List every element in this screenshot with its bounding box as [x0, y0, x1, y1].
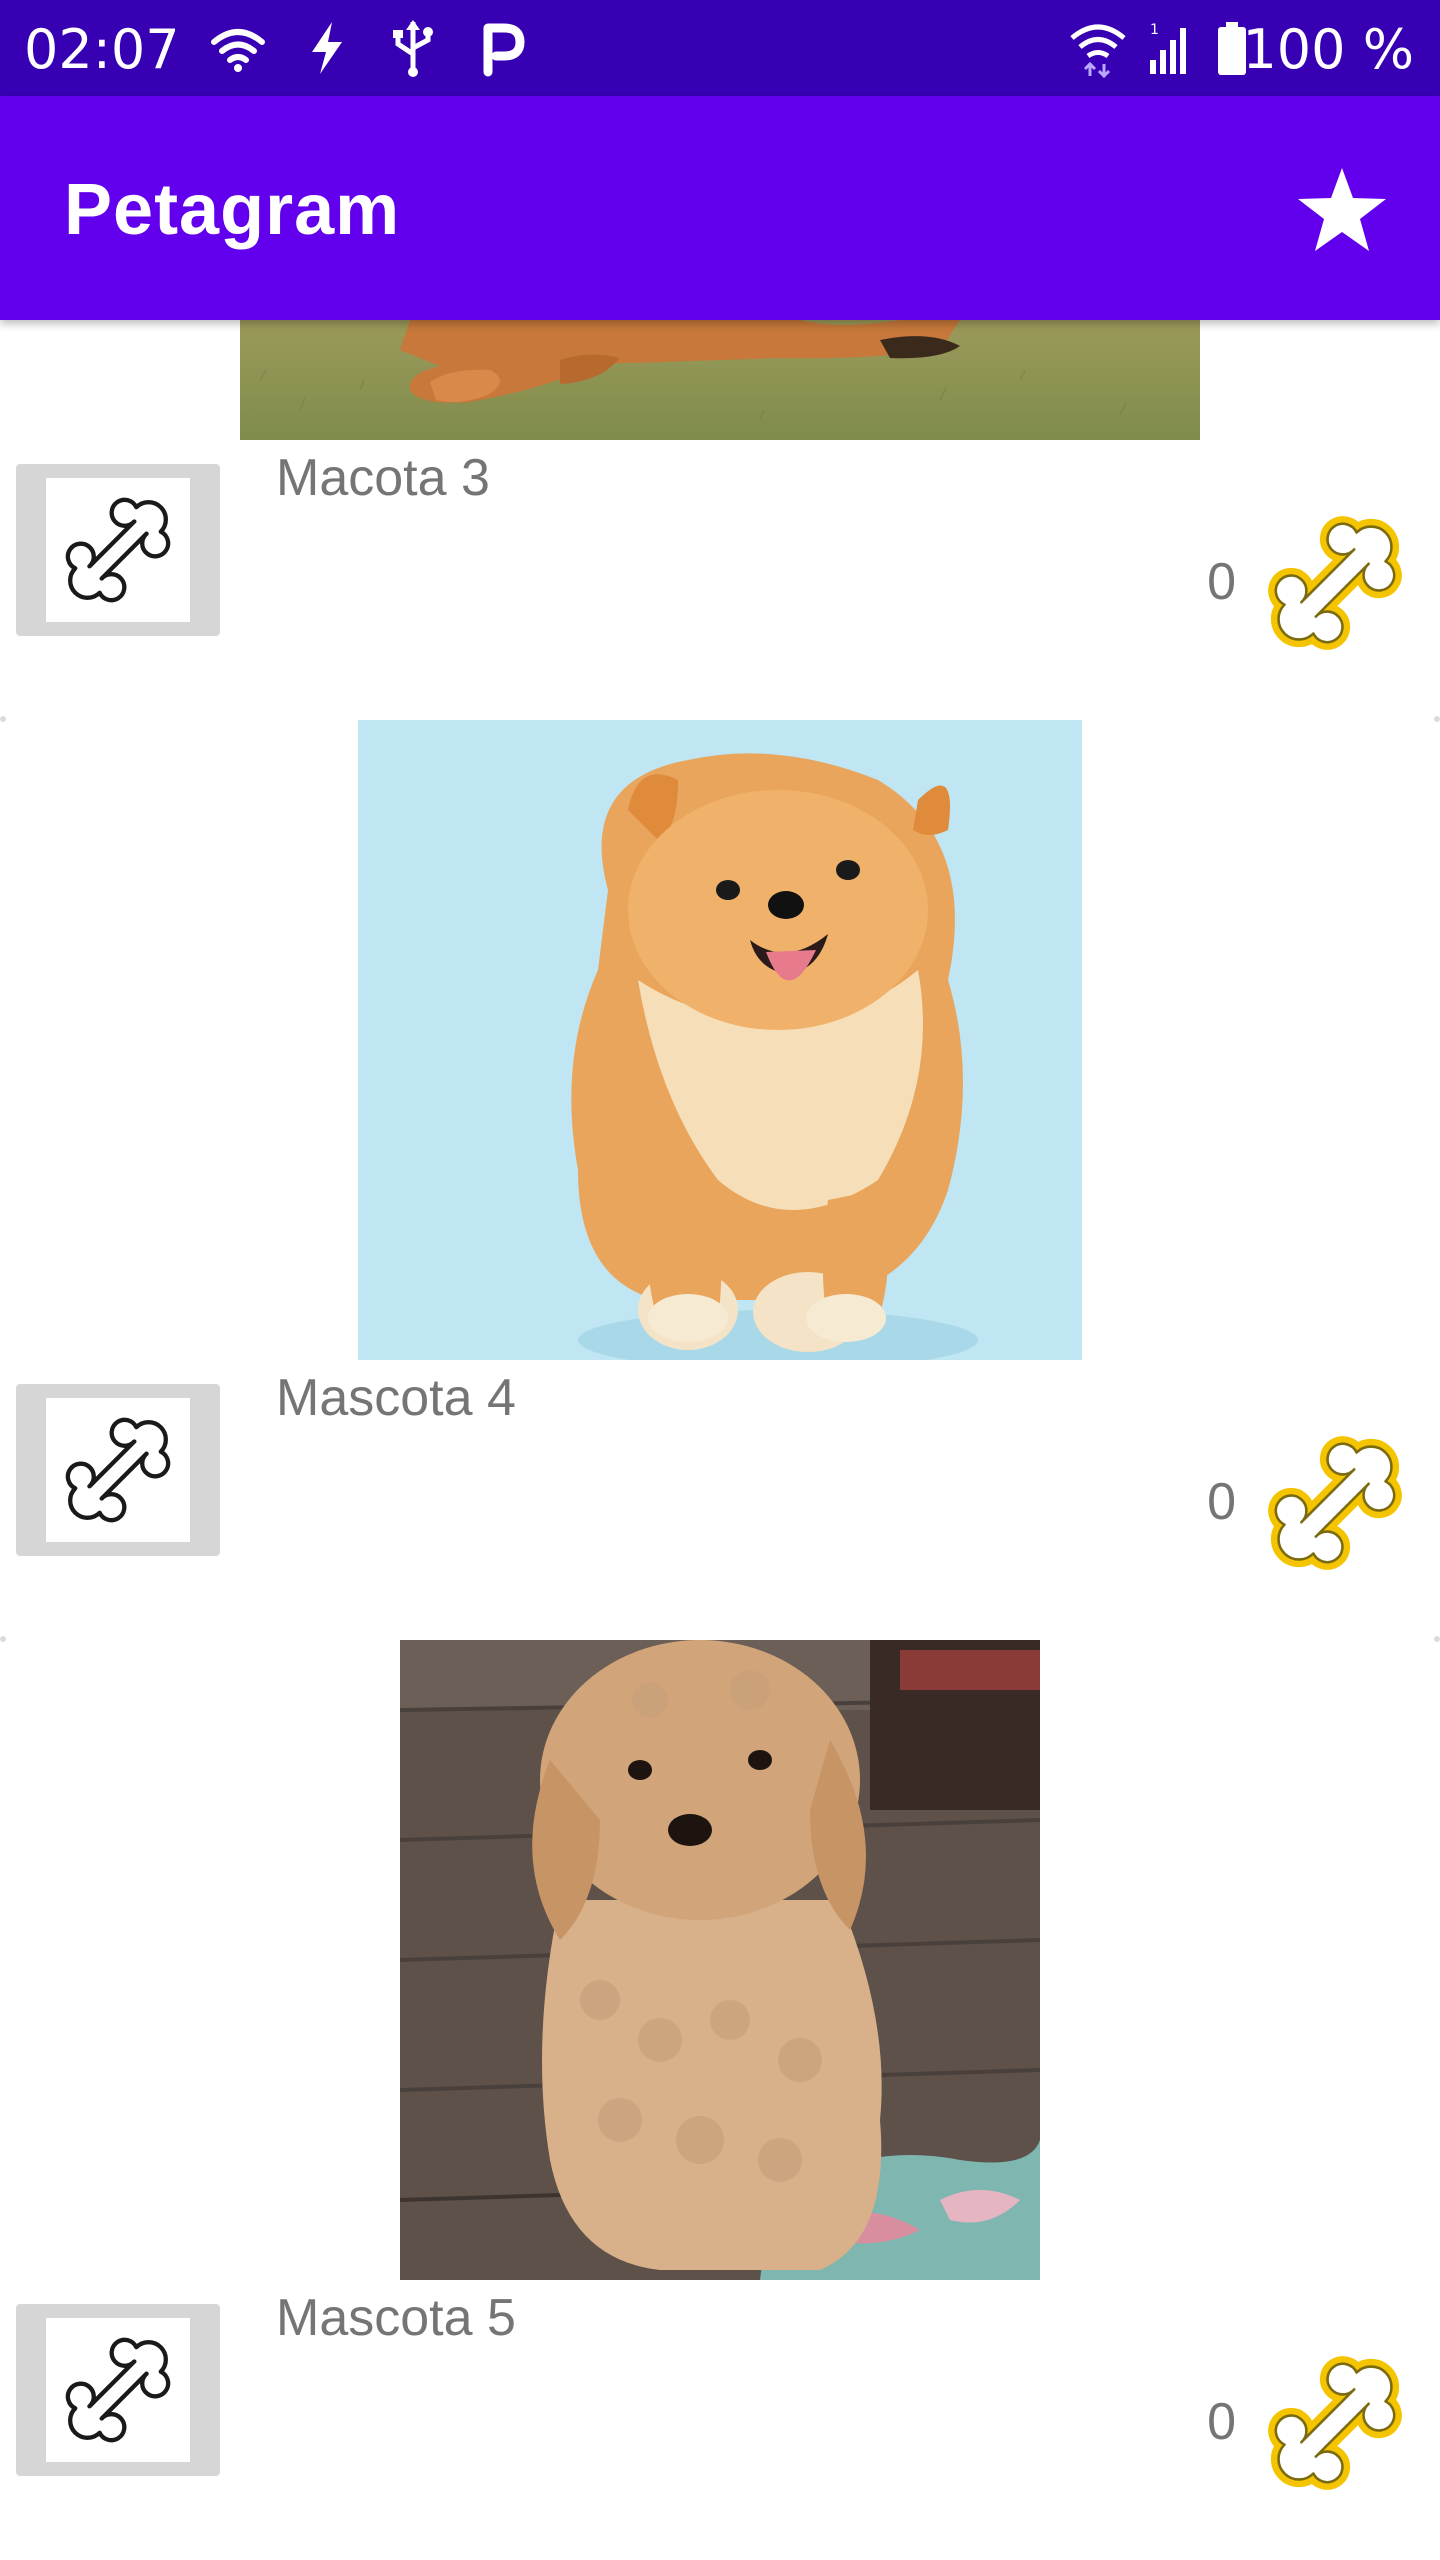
bone-like-icon[interactable]: [1250, 498, 1420, 668]
app-title: Petagram: [64, 170, 401, 250]
bone-thumbnail: [16, 1384, 220, 1556]
wifi-data-icon: [1070, 24, 1126, 78]
status-bar: 02:07 1 100 %: [0, 0, 1440, 96]
bone-thumbnail: [16, 2304, 220, 2476]
like-count: 0: [1207, 553, 1236, 611]
bone-outline-icon: [65, 497, 171, 603]
pet-photo[interactable]: [400, 1640, 1040, 2280]
pet-card-footer: Mascota 4 0: [0, 1360, 1440, 1570]
signal-icon: 1: [1150, 22, 1186, 74]
pet-card-footer: Mascota 5 0: [0, 2280, 1440, 2490]
like-count: 0: [1207, 2393, 1236, 2451]
pet-name: Macota 3: [276, 449, 490, 507]
like-count: 0: [1207, 1473, 1236, 1531]
parking-app-icon: [483, 23, 525, 77]
pet-card: Macota 3 0: [0, 320, 1440, 712]
usb-icon: [393, 20, 433, 77]
bone-like-icon[interactable]: [1250, 2338, 1420, 2508]
bone-outline-icon: [65, 1417, 171, 1523]
star-icon[interactable]: [1294, 162, 1390, 258]
pet-card: [0, 720, 1440, 1360]
app-bar: Petagram: [0, 96, 1440, 320]
status-time: 02:07: [24, 18, 180, 81]
bone-outline-icon: [65, 2337, 171, 2443]
wifi-icon: [211, 29, 265, 72]
pet-card: [0, 1640, 1440, 2280]
pet-name: Mascota 4: [276, 1369, 516, 1427]
bone-like-icon[interactable]: [1250, 1418, 1420, 1588]
pet-list[interactable]: Macota 3 0 Mascota 4 0 Mascota 5 0: [0, 320, 1440, 2560]
bone-thumbnail: [16, 464, 220, 636]
pet-name: Mascota 5: [276, 2289, 516, 2347]
svg-text:1: 1: [1150, 22, 1159, 38]
charging-icon: [312, 22, 342, 74]
pet-photo[interactable]: [240, 320, 1200, 440]
pet-photo[interactable]: [358, 720, 1082, 1360]
battery-percent: 100 %: [1242, 18, 1414, 81]
